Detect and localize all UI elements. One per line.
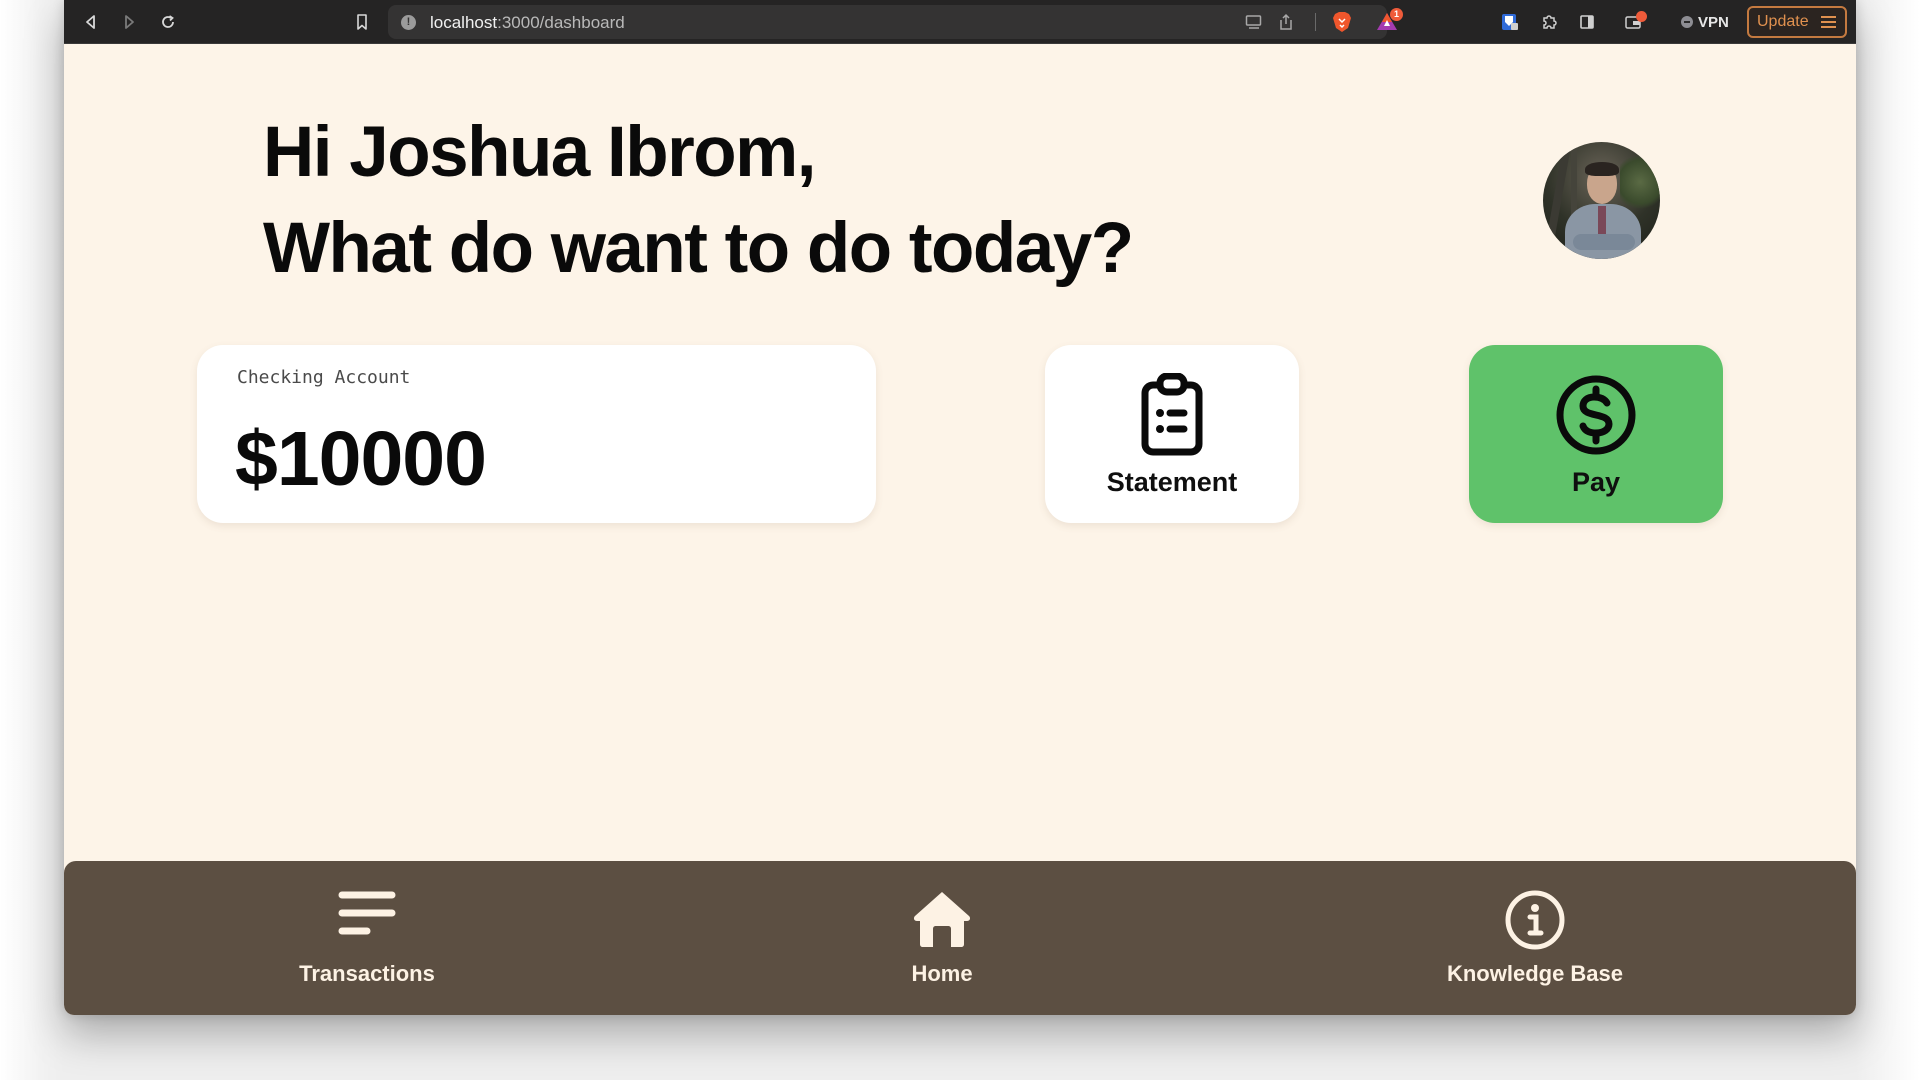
site-info-icon[interactable]: ! bbox=[401, 15, 416, 30]
list-lines-icon bbox=[338, 889, 396, 942]
notification-badge: 1 bbox=[1390, 8, 1403, 21]
browser-window: ! localhost:3000/dashboard 1 VPN Update … bbox=[64, 0, 1856, 1015]
hamburger-menu-icon bbox=[1820, 16, 1836, 28]
nav-label-knowledge-base: Knowledge Base bbox=[1446, 961, 1624, 986]
statement-label: Statement bbox=[1106, 467, 1238, 497]
reload-icon bbox=[162, 15, 174, 28]
vpn-button[interactable]: VPN bbox=[1681, 10, 1729, 34]
greeting-line-question: What do want to do today? bbox=[263, 209, 1134, 288]
url-path: :3000/dashboard bbox=[497, 13, 625, 32]
pay-button[interactable]: Pay bbox=[1469, 345, 1723, 523]
brave-rewards-button[interactable]: 1 bbox=[1376, 8, 1403, 36]
account-label: Checking Account bbox=[237, 367, 411, 388]
wallet-button[interactable] bbox=[1621, 9, 1647, 35]
share-icon bbox=[1280, 13, 1292, 30]
brave-lion-icon bbox=[1333, 12, 1351, 32]
account-balance: $10000 bbox=[235, 416, 487, 502]
back-button[interactable] bbox=[78, 9, 104, 35]
wallet-notification-dot bbox=[1636, 11, 1647, 22]
sidebar-panel-icon bbox=[1580, 15, 1594, 29]
nav-label-home: Home bbox=[911, 961, 973, 986]
nav-item-home[interactable]: Home bbox=[822, 861, 1062, 1015]
cast-button[interactable] bbox=[1245, 14, 1263, 35]
avatar[interactable] bbox=[1543, 142, 1660, 259]
brave-shields-button[interactable] bbox=[1332, 11, 1352, 38]
toolbar-separator bbox=[1315, 13, 1316, 31]
puzzle-piece-icon bbox=[1543, 15, 1557, 29]
forward-arrow-icon bbox=[125, 15, 134, 29]
statement-button[interactable]: Statement bbox=[1045, 345, 1299, 523]
vpn-label: VPN bbox=[1698, 13, 1729, 31]
reload-button[interactable] bbox=[155, 9, 181, 35]
greeting-line-name: Hi Joshua Ibrom, bbox=[263, 113, 816, 192]
extensions-button[interactable] bbox=[1536, 9, 1562, 35]
share-button[interactable] bbox=[1278, 13, 1294, 36]
nav-label-transactions: Transactions bbox=[299, 961, 435, 986]
nav-item-knowledge-base[interactable]: Knowledge Base bbox=[1415, 861, 1655, 1015]
info-circle-icon bbox=[1504, 889, 1566, 956]
bitwarden-shield-icon bbox=[1502, 14, 1518, 30]
cast-icon bbox=[1245, 15, 1262, 29]
sidebar-toggle-button[interactable] bbox=[1574, 9, 1600, 35]
update-label: Update bbox=[1757, 13, 1809, 30]
back-arrow-icon bbox=[86, 15, 95, 29]
dollar-circle-icon bbox=[1554, 373, 1638, 462]
address-bar[interactable]: ! localhost:3000/dashboard 1 bbox=[388, 5, 1403, 39]
vpn-status-icon bbox=[1681, 16, 1693, 28]
pay-label: Pay bbox=[1571, 467, 1621, 497]
bottom-navigation: Transactions Home Knowledge Base bbox=[64, 861, 1856, 1015]
bitwarden-extension[interactable] bbox=[1497, 9, 1523, 35]
greeting-heading: Hi Joshua Ibrom, What do want to do toda… bbox=[263, 105, 1134, 297]
bookmark-icon bbox=[357, 14, 367, 30]
checking-account-card[interactable]: Checking Account $10000 bbox=[197, 345, 876, 523]
home-icon bbox=[911, 889, 973, 954]
nav-item-transactions[interactable]: Transactions bbox=[247, 861, 487, 1015]
clipboard-list-icon bbox=[1139, 372, 1205, 462]
url-host: localhost bbox=[430, 13, 498, 32]
url-text[interactable]: localhost:3000/dashboard bbox=[430, 13, 625, 33]
browser-toolbar: ! localhost:3000/dashboard 1 VPN Update bbox=[64, 0, 1856, 44]
update-button[interactable]: Update bbox=[1747, 6, 1847, 38]
forward-button[interactable] bbox=[116, 9, 142, 35]
bookmark-button[interactable] bbox=[349, 9, 375, 35]
